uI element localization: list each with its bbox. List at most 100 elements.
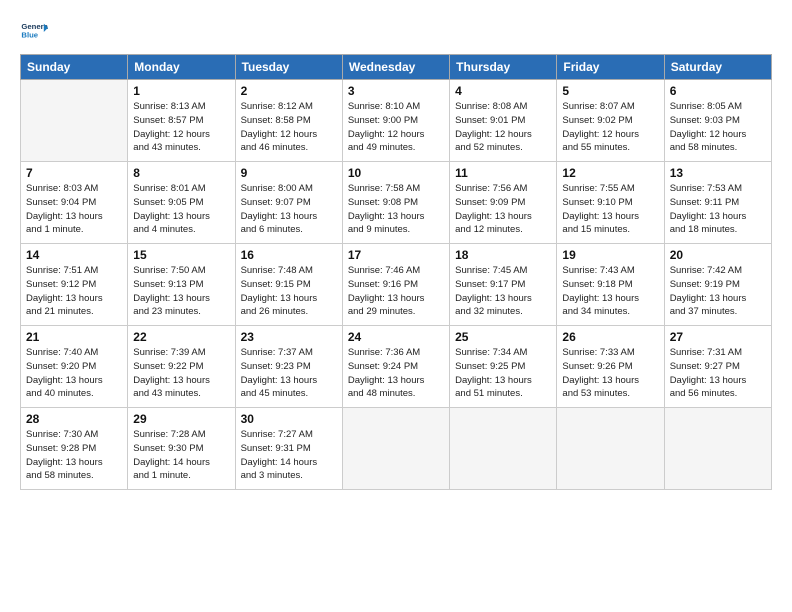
day-number: 15 xyxy=(133,248,229,262)
calendar-cell: 18 Sunrise: 7:45 AMSunset: 9:17 PMDayligh… xyxy=(450,244,557,326)
day-info: Sunrise: 8:05 AMSunset: 9:03 PMDaylight:… xyxy=(670,100,766,155)
day-info: Sunrise: 7:56 AMSunset: 9:09 PMDaylight:… xyxy=(455,182,551,237)
calendar-cell: 2 Sunrise: 8:12 AMSunset: 8:58 PMDaylight… xyxy=(235,80,342,162)
day-number: 14 xyxy=(26,248,122,262)
day-info: Sunrise: 7:55 AMSunset: 9:10 PMDaylight:… xyxy=(562,182,658,237)
logo: General Blue xyxy=(20,18,48,46)
calendar-cell: 20 Sunrise: 7:42 AMSunset: 9:19 PMDayligh… xyxy=(664,244,771,326)
calendar-cell: 8 Sunrise: 8:01 AMSunset: 9:05 PMDaylight… xyxy=(128,162,235,244)
calendar-cell: 27Sunrise: 7:31 AMSunset: 9:27 PMDayligh… xyxy=(664,326,771,408)
calendar-cell xyxy=(21,80,128,162)
calendar-cell: 29 Sunrise: 7:28 AMSunset: 9:30 PMDayligh… xyxy=(128,408,235,490)
day-number: 24 xyxy=(348,330,444,344)
day-number: 5 xyxy=(562,84,658,98)
day-info: Sunrise: 7:50 AMSunset: 9:13 PMDaylight:… xyxy=(133,264,229,319)
day-info: Sunrise: 7:39 AMSunset: 9:22 PMDaylight:… xyxy=(133,346,229,401)
svg-text:Blue: Blue xyxy=(21,31,38,40)
calendar-cell: 10 Sunrise: 7:58 AMSunset: 9:08 PMDayligh… xyxy=(342,162,449,244)
day-info: Sunrise: 8:01 AMSunset: 9:05 PMDaylight:… xyxy=(133,182,229,237)
day-number: 18 xyxy=(455,248,551,262)
day-number: 1 xyxy=(133,84,229,98)
day-info: Sunrise: 7:40 AMSunset: 9:20 PMDaylight:… xyxy=(26,346,122,401)
day-number: 16 xyxy=(241,248,337,262)
day-info: Sunrise: 7:28 AMSunset: 9:30 PMDaylight:… xyxy=(133,428,229,483)
week-row-5: 28 Sunrise: 7:30 AMSunset: 9:28 PMDayligh… xyxy=(21,408,772,490)
weekday-sunday: Sunday xyxy=(21,55,128,80)
day-number: 11 xyxy=(455,166,551,180)
calendar-cell: 11 Sunrise: 7:56 AMSunset: 9:09 PMDayligh… xyxy=(450,162,557,244)
day-number: 2 xyxy=(241,84,337,98)
day-info: Sunrise: 8:03 AMSunset: 9:04 PMDaylight:… xyxy=(26,182,122,237)
day-number: 20 xyxy=(670,248,766,262)
calendar-cell xyxy=(557,408,664,490)
day-number: 30 xyxy=(241,412,337,426)
day-number: 23 xyxy=(241,330,337,344)
day-info: Sunrise: 8:13 AMSunset: 8:57 PMDaylight:… xyxy=(133,100,229,155)
day-number: 6 xyxy=(670,84,766,98)
day-number: 12 xyxy=(562,166,658,180)
day-info: Sunrise: 7:51 AMSunset: 9:12 PMDaylight:… xyxy=(26,264,122,319)
logo-icon: General Blue xyxy=(20,18,48,46)
calendar-cell: 7 Sunrise: 8:03 AMSunset: 9:04 PMDaylight… xyxy=(21,162,128,244)
day-info: Sunrise: 8:07 AMSunset: 9:02 PMDaylight:… xyxy=(562,100,658,155)
day-info: Sunrise: 8:12 AMSunset: 8:58 PMDaylight:… xyxy=(241,100,337,155)
calendar-cell xyxy=(450,408,557,490)
weekday-monday: Monday xyxy=(128,55,235,80)
weekday-header-row: SundayMondayTuesdayWednesdayThursdayFrid… xyxy=(21,55,772,80)
day-number: 22 xyxy=(133,330,229,344)
calendar-cell: 4 Sunrise: 8:08 AMSunset: 9:01 PMDaylight… xyxy=(450,80,557,162)
calendar-cell: 14 Sunrise: 7:51 AMSunset: 9:12 PMDayligh… xyxy=(21,244,128,326)
page: General Blue SundayMondayTuesdayWednesda… xyxy=(0,0,792,612)
calendar-cell: 6 Sunrise: 8:05 AMSunset: 9:03 PMDaylight… xyxy=(664,80,771,162)
day-number: 21 xyxy=(26,330,122,344)
calendar-cell: 22 Sunrise: 7:39 AMSunset: 9:22 PMDayligh… xyxy=(128,326,235,408)
day-number: 28 xyxy=(26,412,122,426)
day-info: Sunrise: 7:34 AMSunset: 9:25 PMDaylight:… xyxy=(455,346,551,401)
day-info: Sunrise: 8:08 AMSunset: 9:01 PMDaylight:… xyxy=(455,100,551,155)
calendar-cell: 15 Sunrise: 7:50 AMSunset: 9:13 PMDayligh… xyxy=(128,244,235,326)
day-number: 17 xyxy=(348,248,444,262)
day-number: 13 xyxy=(670,166,766,180)
day-info: Sunrise: 7:30 AMSunset: 9:28 PMDaylight:… xyxy=(26,428,122,483)
day-info: Sunrise: 7:42 AMSunset: 9:19 PMDaylight:… xyxy=(670,264,766,319)
header: General Blue xyxy=(20,18,772,46)
day-info: Sunrise: 7:58 AMSunset: 9:08 PMDaylight:… xyxy=(348,182,444,237)
day-number: 10 xyxy=(348,166,444,180)
calendar-cell: 19 Sunrise: 7:43 AMSunset: 9:18 PMDayligh… xyxy=(557,244,664,326)
weekday-saturday: Saturday xyxy=(664,55,771,80)
day-number: 27 xyxy=(670,330,766,344)
calendar-cell: 17 Sunrise: 7:46 AMSunset: 9:16 PMDayligh… xyxy=(342,244,449,326)
day-number: 29 xyxy=(133,412,229,426)
day-info: Sunrise: 8:00 AMSunset: 9:07 PMDaylight:… xyxy=(241,182,337,237)
calendar-cell: 24 Sunrise: 7:36 AMSunset: 9:24 PMDayligh… xyxy=(342,326,449,408)
day-number: 4 xyxy=(455,84,551,98)
weekday-tuesday: Tuesday xyxy=(235,55,342,80)
weekday-thursday: Thursday xyxy=(450,55,557,80)
calendar-cell: 21 Sunrise: 7:40 AMSunset: 9:20 PMDayligh… xyxy=(21,326,128,408)
weekday-wednesday: Wednesday xyxy=(342,55,449,80)
calendar-cell: 28 Sunrise: 7:30 AMSunset: 9:28 PMDayligh… xyxy=(21,408,128,490)
day-number: 26 xyxy=(562,330,658,344)
calendar-cell: 1 Sunrise: 8:13 AMSunset: 8:57 PMDaylight… xyxy=(128,80,235,162)
day-info: Sunrise: 7:43 AMSunset: 9:18 PMDaylight:… xyxy=(562,264,658,319)
day-number: 19 xyxy=(562,248,658,262)
calendar-cell: 13Sunrise: 7:53 AMSunset: 9:11 PMDayligh… xyxy=(664,162,771,244)
calendar-cell xyxy=(664,408,771,490)
week-row-1: 1 Sunrise: 8:13 AMSunset: 8:57 PMDaylight… xyxy=(21,80,772,162)
week-row-4: 21 Sunrise: 7:40 AMSunset: 9:20 PMDayligh… xyxy=(21,326,772,408)
day-info: Sunrise: 7:36 AMSunset: 9:24 PMDaylight:… xyxy=(348,346,444,401)
day-info: Sunrise: 7:48 AMSunset: 9:15 PMDaylight:… xyxy=(241,264,337,319)
calendar-cell: 30Sunrise: 7:27 AMSunset: 9:31 PMDayligh… xyxy=(235,408,342,490)
day-number: 8 xyxy=(133,166,229,180)
day-info: Sunrise: 7:37 AMSunset: 9:23 PMDaylight:… xyxy=(241,346,337,401)
day-info: Sunrise: 7:45 AMSunset: 9:17 PMDaylight:… xyxy=(455,264,551,319)
calendar-cell: 5 Sunrise: 8:07 AMSunset: 9:02 PMDaylight… xyxy=(557,80,664,162)
weekday-friday: Friday xyxy=(557,55,664,80)
calendar-cell: 12 Sunrise: 7:55 AMSunset: 9:10 PMDayligh… xyxy=(557,162,664,244)
calendar-cell xyxy=(342,408,449,490)
day-info: Sunrise: 7:46 AMSunset: 9:16 PMDaylight:… xyxy=(348,264,444,319)
calendar-cell: 16 Sunrise: 7:48 AMSunset: 9:15 PMDayligh… xyxy=(235,244,342,326)
day-number: 3 xyxy=(348,84,444,98)
day-number: 7 xyxy=(26,166,122,180)
calendar-cell: 23 Sunrise: 7:37 AMSunset: 9:23 PMDayligh… xyxy=(235,326,342,408)
